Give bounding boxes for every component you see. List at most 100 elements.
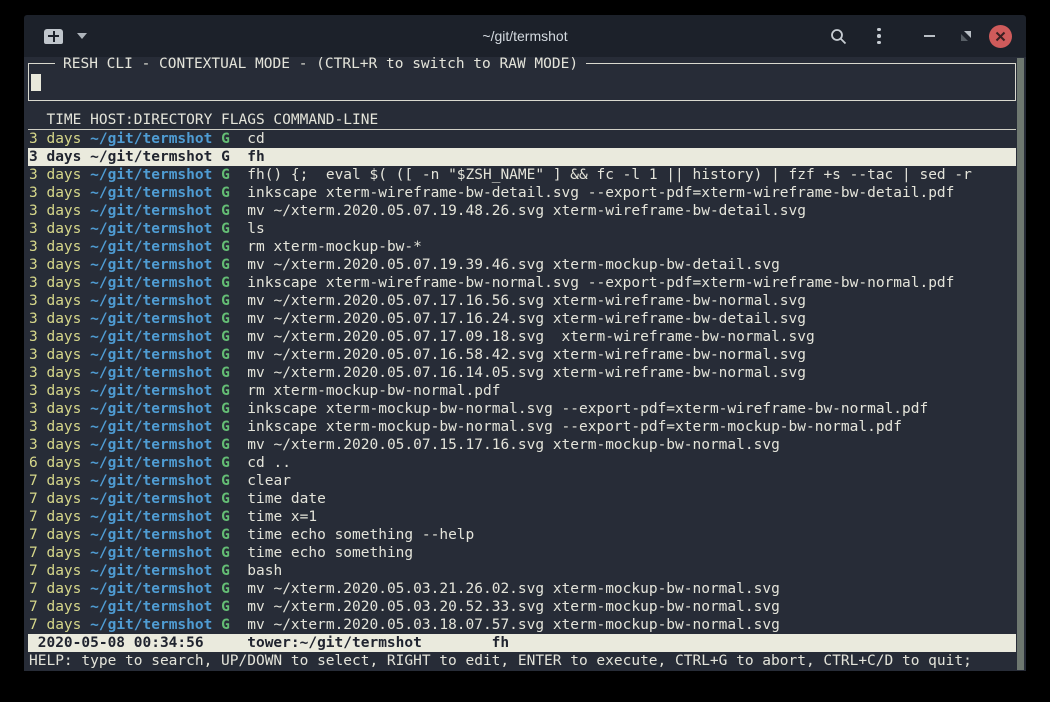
row-command: time x=1 xyxy=(247,509,317,525)
row-flags: G xyxy=(221,203,230,219)
row-flags: G xyxy=(221,473,230,489)
row-flags: G xyxy=(221,185,230,201)
history-row[interactable]: 3 days ~/git/termshot G mv ~/xterm.2020.… xyxy=(28,202,1016,220)
row-command: mv ~/xterm.2020.05.07.16.58.42.svg xterm… xyxy=(247,347,806,363)
row-command: mv ~/xterm.2020.05.07.17.16.24.svg xterm… xyxy=(247,311,806,327)
history-row[interactable]: 3 days ~/git/termshot G mv ~/xterm.2020.… xyxy=(28,328,1016,346)
row-time: 3 days xyxy=(29,437,81,453)
row-directory: ~/git/termshot xyxy=(90,239,212,255)
row-flags: G xyxy=(221,617,230,633)
history-row[interactable]: 3 days ~/git/termshot G inkscape xterm-m… xyxy=(28,400,1016,418)
row-command: mv ~/xterm.2020.05.07.17.16.56.svg xterm… xyxy=(247,293,806,309)
history-row[interactable]: 3 days ~/git/termshot G mv ~/xterm.2020.… xyxy=(28,364,1016,382)
row-time: 7 days xyxy=(29,509,81,525)
unmaximize-icon[interactable] xyxy=(954,24,978,48)
row-command: inkscape xterm-mockup-bw-normal.svg --ex… xyxy=(247,401,928,417)
row-time: 3 days xyxy=(29,329,81,345)
table-header: TIME HOST:DIRECTORY FLAGS COMMAND-LINE xyxy=(28,111,1016,130)
history-row[interactable]: 3 days ~/git/termshot G mv ~/xterm.2020.… xyxy=(28,256,1016,274)
row-time: 7 days xyxy=(29,617,81,633)
row-flags: G xyxy=(221,455,230,471)
row-flags: G xyxy=(221,491,230,507)
history-row[interactable]: 7 days ~/git/termshot G time x=1 xyxy=(28,508,1016,526)
row-time: 3 days xyxy=(29,419,81,435)
history-row[interactable]: 3 days ~/git/termshot G mv ~/xterm.2020.… xyxy=(28,292,1016,310)
row-time: 7 days xyxy=(29,599,81,615)
history-row[interactable]: 3 days ~/git/termshot G fh() {; eval $( … xyxy=(28,166,1016,184)
search-input[interactable]: RESH CLI - CONTEXTUAL MODE - (CTRL+R to … xyxy=(28,63,1016,101)
chevron-down-icon[interactable] xyxy=(77,33,87,39)
scrollbar[interactable] xyxy=(1017,58,1024,670)
history-row[interactable]: 7 days ~/git/termshot G clear xyxy=(28,472,1016,490)
row-flags: G xyxy=(221,131,230,147)
history-row[interactable]: 7 days ~/git/termshot G mv ~/xterm.2020.… xyxy=(28,598,1016,616)
history-row[interactable]: 3 days ~/git/termshot G ls xyxy=(28,220,1016,238)
history-row[interactable]: 7 days ~/git/termshot G mv ~/xterm.2020.… xyxy=(28,580,1016,598)
help-line: HELP: type to search, UP/DOWN to select,… xyxy=(28,652,1016,670)
row-command: cd .. xyxy=(247,455,291,471)
row-time: 3 days xyxy=(29,275,81,291)
history-row[interactable]: 7 days ~/git/termshot G mv ~/xterm.2020.… xyxy=(28,616,1016,634)
row-time: 3 days xyxy=(29,239,81,255)
row-directory: ~/git/termshot xyxy=(90,365,212,381)
row-directory: ~/git/termshot xyxy=(90,509,212,525)
row-time: 7 days xyxy=(29,491,81,507)
history-row[interactable]: 7 days ~/git/termshot G bash xyxy=(28,562,1016,580)
close-icon[interactable] xyxy=(989,25,1012,48)
row-time: 3 days xyxy=(29,257,81,273)
row-flags: G xyxy=(221,221,230,237)
row-directory: ~/git/termshot xyxy=(90,527,212,543)
history-row[interactable]: 6 days ~/git/termshot G cd .. xyxy=(28,454,1016,472)
row-time: 3 days xyxy=(29,383,81,399)
row-flags: G xyxy=(221,563,230,579)
kebab-menu-icon[interactable] xyxy=(867,24,891,48)
row-time: 3 days xyxy=(29,401,81,417)
search-icon[interactable] xyxy=(826,24,850,48)
history-row[interactable]: 7 days ~/git/termshot G time echo someth… xyxy=(28,544,1016,562)
terminal-content: RESH CLI - CONTEXTUAL MODE - (CTRL+R to … xyxy=(24,57,1026,671)
row-time: 3 days xyxy=(29,365,81,381)
history-row[interactable]: 7 days ~/git/termshot G time date xyxy=(28,490,1016,508)
row-flags: G xyxy=(221,509,230,525)
history-row[interactable]: 3 days ~/git/termshot G mv ~/xterm.2020.… xyxy=(28,346,1016,364)
new-terminal-icon[interactable] xyxy=(44,29,63,44)
row-directory: ~/git/termshot xyxy=(90,311,212,327)
row-command: inkscape xterm-mockup-bw-normal.svg --ex… xyxy=(247,419,902,435)
row-command: bash xyxy=(247,563,282,579)
row-flags: G xyxy=(221,329,230,345)
row-command: time echo something xyxy=(247,545,413,561)
minimize-icon[interactable] xyxy=(917,24,941,48)
history-row[interactable]: 3 days ~/git/termshot G mv ~/xterm.2020.… xyxy=(28,436,1016,454)
row-directory: ~/git/termshot xyxy=(90,257,212,273)
row-command: fh xyxy=(247,149,264,165)
row-directory: ~/git/termshot xyxy=(90,185,212,201)
row-flags: G xyxy=(221,347,230,363)
row-flags: G xyxy=(221,401,230,417)
history-row[interactable]: 3 days ~/git/termshot G mv ~/xterm.2020.… xyxy=(28,310,1016,328)
titlebar[interactable]: ~/git/termshot xyxy=(24,15,1026,57)
history-row[interactable]: 3 days ~/git/termshot G rm xterm-mockup-… xyxy=(28,382,1016,400)
terminal-window: ~/git/termshot xyxy=(24,15,1026,671)
history-row[interactable]: 7 days ~/git/termshot G time echo someth… xyxy=(28,526,1016,544)
row-flags: G xyxy=(221,257,230,273)
history-row[interactable]: 3 days ~/git/termshot G inkscape xterm-w… xyxy=(28,184,1016,202)
history-row[interactable]: 3 days ~/git/termshot G fh xyxy=(28,148,1016,166)
row-time: 3 days xyxy=(29,185,81,201)
row-flags: G xyxy=(221,239,230,255)
row-flags: G xyxy=(221,581,230,597)
row-flags: G xyxy=(221,365,230,381)
row-directory: ~/git/termshot xyxy=(90,599,212,615)
row-time: 3 days xyxy=(29,293,81,309)
row-command: mv ~/xterm.2020.05.07.19.39.46.svg xterm… xyxy=(247,257,780,273)
row-flags: G xyxy=(221,275,230,291)
history-row[interactable]: 3 days ~/git/termshot G rm xterm-mockup-… xyxy=(28,238,1016,256)
row-directory: ~/git/termshot xyxy=(90,617,212,633)
history-row[interactable]: 3 days ~/git/termshot G cd xyxy=(28,130,1016,148)
row-time: 3 days xyxy=(29,347,81,363)
history-row[interactable]: 3 days ~/git/termshot G inkscape xterm-m… xyxy=(28,418,1016,436)
status-bar: 2020-05-08 00:34:56 tower:~/git/termshot… xyxy=(28,634,1016,652)
history-row[interactable]: 3 days ~/git/termshot G inkscape xterm-w… xyxy=(28,274,1016,292)
row-directory: ~/git/termshot xyxy=(90,419,212,435)
row-time: 3 days xyxy=(29,203,81,219)
row-command: mv ~/xterm.2020.05.03.20.52.33.svg xterm… xyxy=(247,599,780,615)
